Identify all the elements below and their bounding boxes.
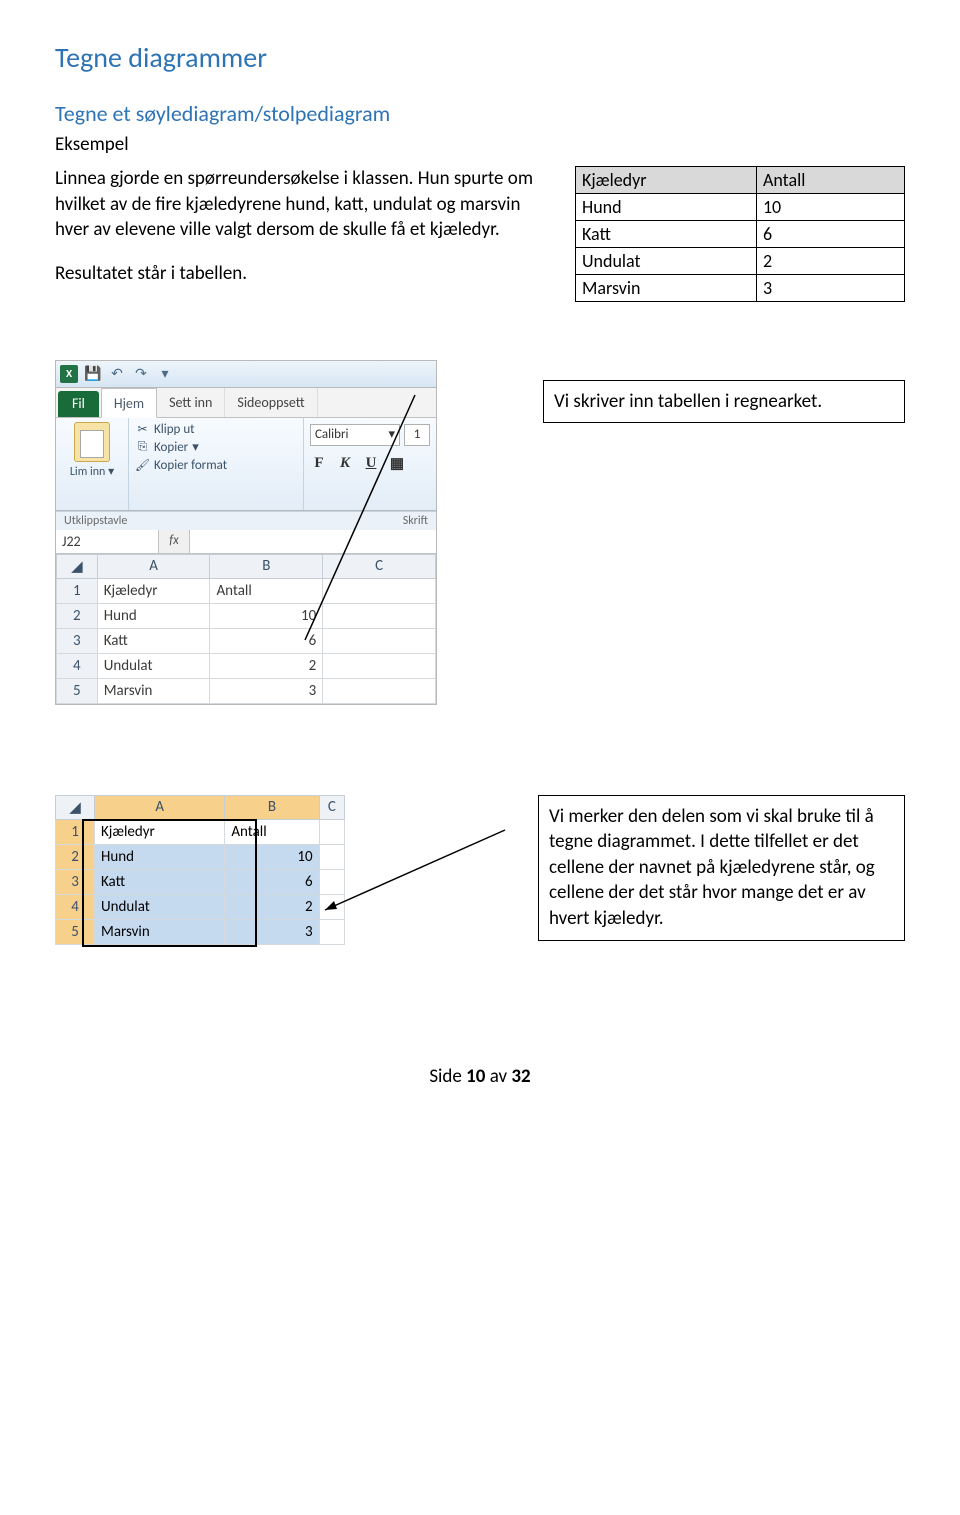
table-row: Undulat2 — [576, 248, 905, 275]
page-footer: Side 10 av 32 — [55, 1065, 905, 1088]
row-header[interactable]: 4 — [56, 894, 95, 919]
scissors-icon: ✂ — [135, 422, 150, 437]
tab-insert[interactable]: Sett inn — [157, 388, 225, 417]
paragraph-1: Linnea gjorde en spørreundersøkelse i kl… — [55, 166, 555, 243]
row-header[interactable]: 5 — [57, 678, 98, 703]
tab-home[interactable]: Hjem — [101, 388, 157, 418]
th-antall: Antall — [756, 167, 904, 194]
arrow-line — [300, 390, 420, 650]
callout-2: Vi merker den delen som vi skal bruke ti… — [538, 795, 905, 941]
table-row: Marsvin3 — [576, 275, 905, 302]
fx-icon[interactable]: fx — [159, 530, 190, 553]
section-title: Tegne et søylediagram/stolpediagram — [55, 100, 905, 127]
row-header[interactable]: 3 — [57, 628, 98, 653]
paste-icon[interactable] — [74, 422, 110, 462]
clipboard-group-label: Utklippstavle — [64, 514, 127, 528]
col-header-c[interactable]: C — [319, 795, 344, 819]
redo-icon[interactable]: ↷ — [132, 365, 150, 383]
row-header[interactable]: 1 — [57, 578, 98, 603]
col-header-a[interactable]: A — [95, 795, 225, 819]
copy-icon: ⎘ — [135, 440, 150, 455]
excel-app-icon: X — [60, 365, 78, 383]
arrow-line — [320, 825, 510, 925]
example-label: Eksempel — [55, 133, 905, 156]
table-row: Katt6 — [576, 221, 905, 248]
callout-1: Vi skriver inn tabellen i regnearket. — [543, 380, 905, 424]
qat-dropdown-icon[interactable]: ▾ — [156, 365, 174, 383]
page-title: Tegne diagrammer — [55, 40, 905, 75]
row-header[interactable]: 1 — [56, 819, 95, 844]
col-header-b[interactable]: B — [225, 795, 319, 819]
tab-file[interactable]: Fil — [58, 391, 99, 417]
row-header[interactable]: 4 — [57, 653, 98, 678]
paste-button[interactable]: Lim inn ▾ — [70, 464, 114, 479]
row-header[interactable]: 2 — [56, 844, 95, 869]
name-box[interactable]: J22 — [56, 530, 159, 553]
cut-button[interactable]: ✂Klipp ut — [135, 422, 299, 437]
excel-screenshot-2: ◢ A B C 1KjæledyrAntall 2Hund10 3Katt6 4… — [55, 795, 345, 945]
select-all-cell[interactable]: ◢ — [57, 554, 98, 578]
row-header[interactable]: 3 — [56, 869, 95, 894]
save-icon[interactable]: 💾 — [84, 365, 102, 383]
paragraph-2: Resultatet står i tabellen. — [55, 261, 555, 287]
th-kjaeledyr: Kjæledyr — [576, 167, 757, 194]
table-row: Hund10 — [576, 194, 905, 221]
row-header[interactable]: 2 — [57, 603, 98, 628]
brush-icon: 🖌 — [135, 458, 150, 473]
col-header-a[interactable]: A — [97, 554, 210, 578]
result-table: Kjæledyr Antall Hund10 Katt6 Undulat2 Ma… — [575, 166, 905, 302]
select-all-cell[interactable]: ◢ — [56, 795, 95, 819]
copy-button[interactable]: ⎘Kopier ▾ — [135, 440, 299, 455]
undo-icon[interactable]: ↶ — [108, 365, 126, 383]
row-header[interactable]: 5 — [56, 919, 95, 944]
format-painter-button[interactable]: 🖌Kopier format — [135, 458, 299, 473]
